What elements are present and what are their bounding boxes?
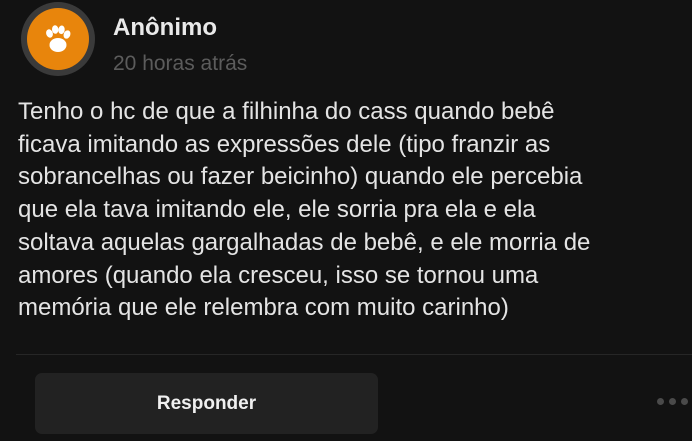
comment-text-line: amores (quando ela cresceu, isso se torn…: [18, 261, 539, 289]
comment-card: Anônimo 20 horas atrás Tenho o hc de que…: [0, 0, 692, 441]
comment-text-line: ficava imitando as expressões dele (tipo…: [18, 130, 551, 158]
ellipsis-dot: [669, 398, 676, 405]
avatar-circle: [27, 8, 89, 70]
avatar[interactable]: [21, 2, 95, 76]
comment-text-line: soltava aquelas gargalhadas de bebê, e e…: [18, 228, 591, 256]
comment-text-line: que ela tava imitando ele, ele sorria pr…: [18, 196, 536, 224]
paw-icon: [46, 25, 71, 52]
ellipsis-dot: [657, 398, 664, 405]
reply-button[interactable]: Responder: [35, 373, 378, 434]
divider: [16, 354, 692, 355]
ellipsis-dot: [681, 398, 688, 405]
ellipsis-icon[interactable]: [657, 398, 688, 405]
comment-body: Tenho o hc de que a filhinha do cass qua…: [18, 96, 678, 325]
author-name[interactable]: Anônimo: [113, 14, 217, 42]
comment-text-line: sobrancelhas ou fazer beicinho) quando e…: [18, 163, 583, 191]
comment-text-line: memória que ele relembra com muito carin…: [18, 294, 509, 322]
comment-text-line: Tenho o hc de que a filhinha do cass qua…: [18, 98, 555, 125]
post-timestamp: 20 horas atrás: [113, 52, 248, 75]
